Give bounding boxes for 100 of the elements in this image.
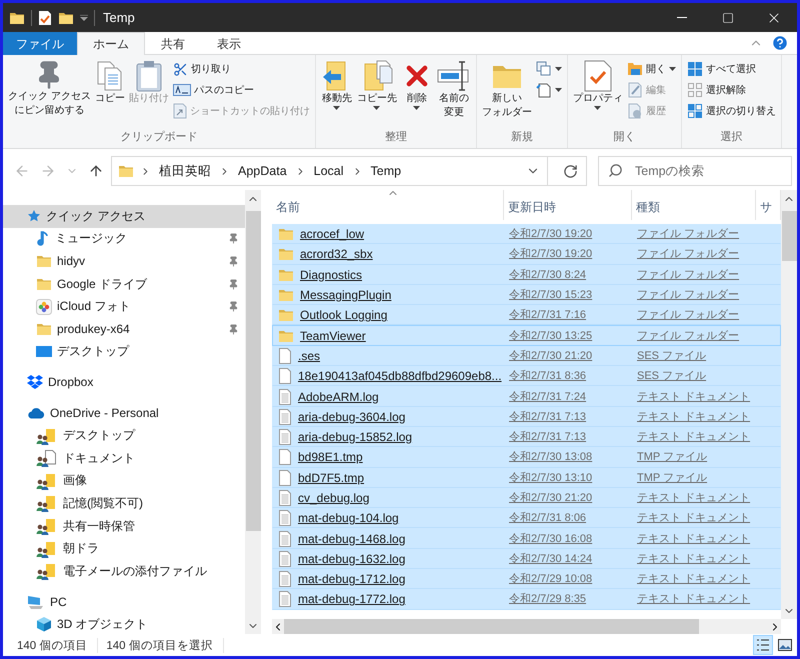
ribbon-button[interactable]: 開く: [624, 59, 678, 79]
scrollbar[interactable]: [781, 190, 797, 619]
scroll-thumb[interactable]: [246, 211, 260, 531]
ribbon-button[interactable]: コピー先: [354, 58, 399, 130]
ribbon-button[interactable]: 新しい フォルダー: [480, 58, 534, 130]
nav-label: Dropbox: [48, 375, 94, 390]
scroll-thumb[interactable]: [782, 211, 796, 261]
nav-label: クイック アクセス: [46, 208, 146, 225]
search-field[interactable]: Tempの検索: [598, 156, 792, 186]
file-row[interactable]: MessagingPlugin 令和2/7/30 15:23 ファイル フォルダー: [272, 284, 781, 306]
nav-item[interactable]: ドキュメント: [3, 446, 245, 470]
shared-folder-icon: [36, 540, 58, 558]
details-view-button[interactable]: [753, 635, 773, 655]
copy-icon: [96, 60, 124, 92]
breadcrumb[interactable]: Local: [312, 164, 346, 178]
file-row[interactable]: TeamViewer 令和2/7/30 13:25 ファイル フォルダー: [272, 325, 781, 346]
nav-item[interactable]: クイック アクセス: [3, 205, 245, 228]
ribbon-button[interactable]: すべて選択: [684, 59, 778, 79]
file-name: Outlook Logging: [300, 307, 388, 324]
star-icon: [27, 209, 41, 224]
nav-item[interactable]: デスクトップ: [3, 340, 245, 364]
scrollbar[interactable]: [245, 190, 261, 634]
nav-label: 共有一時保管: [63, 518, 136, 535]
ribbon-button[interactable]: パスのコピー: [170, 80, 312, 100]
modified-date: 令和2/7/31 8:36: [509, 369, 586, 384]
nav-item[interactable]: 電子メールの添付ファイル: [3, 560, 245, 582]
file-row[interactable]: bd98E1.tmp 令和2/7/30 13:08 TMP ファイル: [272, 447, 781, 468]
ribbon-tab[interactable]: ファイル: [3, 32, 77, 55]
shared-folder-icon: [36, 426, 58, 445]
breadcrumb[interactable]: 植田英昭: [157, 162, 213, 180]
modified-date: 令和2/7/31 7:13: [509, 410, 586, 425]
column-header[interactable]: 種類: [632, 190, 756, 220]
caret-icon: [333, 106, 340, 110]
file-row[interactable]: mat-debug-104.log 令和2/7/31 8:06 テキスト ドキュメント: [272, 508, 781, 528]
nav-item[interactable]: Dropbox: [3, 371, 245, 394]
ribbon-button[interactable]: コピー: [92, 58, 127, 130]
modified-date: 令和2/7/30 19:20: [509, 227, 592, 242]
file-row[interactable]: bdD7F5.tmp 令和2/7/30 13:10 TMP ファイル: [272, 468, 781, 488]
ribbon-button[interactable]: 選択の切り替え: [684, 101, 778, 121]
file-name: aria-debug-3604.log: [298, 408, 406, 425]
file-row[interactable]: cv_debug.log 令和2/7/30 21:20 テキスト ドキュメント: [272, 488, 781, 508]
ribbon-button[interactable]: 削除: [398, 58, 435, 130]
caret-icon[interactable]: [80, 14, 88, 20]
file-row[interactable]: Diagnostics 令和2/7/30 8:24 ファイル フォルダー: [272, 264, 781, 285]
breadcrumb[interactable]: AppData: [236, 164, 289, 178]
file-row[interactable]: aria-debug-15852.log 令和2/7/31 7:13 テキスト ドキュメント: [272, 426, 781, 448]
file-row[interactable]: acrocef_low 令和2/7/30 19:20 ファイル フォルダー: [272, 224, 781, 244]
ribbon-tab[interactable]: 共有: [145, 32, 201, 55]
text-document-icon: [278, 510, 292, 526]
ribbon-tab[interactable]: ホーム: [77, 32, 145, 55]
file-name: cv_debug.log: [298, 490, 370, 506]
file-row[interactable]: .ses 令和2/7/30 21:20 SES ファイル: [272, 346, 781, 366]
nav-item[interactable]: iCloud フォト: [3, 295, 245, 318]
help-icon[interactable]: [771, 34, 789, 52]
address-bar[interactable]: 植田英昭 AppData Local Temp: [111, 156, 587, 186]
ribbon-button[interactable]: 名前の 変更: [434, 58, 473, 130]
file-name: TeamViewer: [300, 328, 366, 344]
ribbon-button[interactable]: 移動先: [318, 58, 355, 130]
column-header[interactable]: 名前: [272, 190, 504, 220]
monitor-icon: [36, 344, 52, 359]
breadcrumb[interactable]: Temp: [368, 164, 404, 178]
file-row[interactable]: mat-debug-1712.log 令和2/7/29 10:08 テキスト ドキュメント: [272, 569, 781, 590]
nav-label: 記憶(閲覧不可): [63, 494, 144, 512]
folder-icon: [36, 253, 52, 270]
nav-item[interactable]: 朝ドラ: [3, 537, 245, 560]
scroll-thumb[interactable]: [284, 619, 699, 634]
column-header[interactable]: 更新日時: [504, 190, 632, 220]
nav-item[interactable]: 記憶(閲覧不可): [3, 492, 245, 515]
file-row[interactable]: mat-debug-1468.log 令和2/7/30 16:08 テキスト ドキュメント: [272, 528, 781, 549]
nav-item[interactable]: hidyv: [3, 250, 245, 273]
nav-item[interactable]: 画像: [3, 470, 245, 492]
flower-icon: [36, 298, 52, 315]
nav-item[interactable]: 3D オブジェクト: [3, 613, 245, 636]
file-type: テキスト ドキュメント: [637, 572, 750, 588]
ribbon-tab[interactable]: 表示: [201, 32, 257, 55]
file-row[interactable]: 18e190413af045db88dfbd29609eb8... 令和2/7/31 8:36 SES ファイル: [272, 366, 781, 386]
file-name: AdobeARM.log: [298, 388, 379, 405]
nav-item[interactable]: PC: [3, 590, 245, 614]
ribbon-button[interactable]: 切り取り: [170, 59, 312, 79]
file-row[interactable]: AdobeARM.log 令和2/7/31 7:24 テキスト ドキュメント: [272, 386, 781, 407]
text-document-icon: [278, 429, 292, 446]
ribbon-button[interactable]: プロパティ: [570, 58, 625, 130]
file-row[interactable]: mat-debug-1632.log 令和2/7/30 14:24 テキスト ドキュメント: [272, 548, 781, 570]
file-row[interactable]: mat-debug-1772.log 令和2/7/29 8:35 テキスト ドキュメント: [272, 589, 781, 610]
nav-item[interactable]: OneDrive - Personal: [3, 402, 245, 424]
file-row[interactable]: acrord32_sbx 令和2/7/30 19:20 ファイル フォルダー: [272, 244, 781, 265]
file-name: 18e190413af045db88dfbd29609eb8...: [298, 368, 502, 384]
file-row[interactable]: Outlook Logging 令和2/7/31 7:16 ファイル フォルダー: [272, 305, 781, 326]
nav-item[interactable]: ミュージック: [3, 228, 245, 250]
file-name: .ses: [298, 348, 320, 364]
nav-item[interactable]: produkey-x64: [3, 318, 245, 341]
ribbon-button[interactable]: 選択解除: [684, 80, 778, 100]
ribbon-button[interactable]: クイック アクセス にピン留めする: [6, 58, 93, 130]
nav-item[interactable]: 共有一時保管: [3, 514, 245, 538]
folder-icon: [36, 321, 52, 338]
checklist-icon[interactable]: [38, 10, 52, 26]
file-row[interactable]: aria-debug-3604.log 令和2/7/31 7:13 テキスト ドキュメント: [272, 406, 781, 427]
scrollbar[interactable]: [272, 619, 781, 634]
nav-item[interactable]: デスクトップ: [3, 424, 245, 447]
nav-item[interactable]: Google ドライブ: [3, 272, 245, 296]
